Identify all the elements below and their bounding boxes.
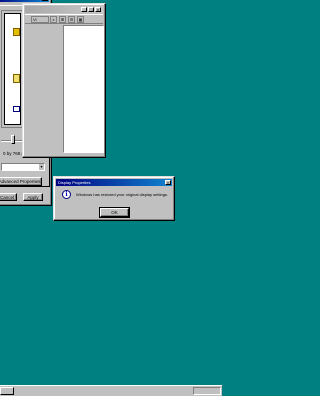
explorer-titlebar: _ □ x <box>25 6 103 13</box>
explorer-content[interactable] <box>63 25 104 153</box>
advanced-properties-button[interactable]: Advanced Properties <box>0 177 42 186</box>
monitor-screen <box>4 13 21 125</box>
font-size-dropdown[interactable]: ▾ <box>1 163 45 171</box>
view-list-icon[interactable]: ☰ <box>68 16 75 23</box>
monitor-preview <box>1 10 23 128</box>
close-icon[interactable]: x <box>165 180 171 185</box>
minimize-icon[interactable]: _ <box>81 7 87 12</box>
start-button[interactable] <box>0 387 14 395</box>
dialog-title: Display Properties <box>58 180 91 185</box>
view-large-icons-icon[interactable]: ⊞ <box>59 16 66 23</box>
maximize-icon[interactable]: □ <box>88 7 94 12</box>
close-icon[interactable]: x <box>95 7 101 12</box>
toolbar: Vi x ⊞ ☰ ▦ <box>25 14 103 24</box>
apply-button[interactable]: Apply <box>23 193 43 201</box>
dialog-message: Windows has restored your original displ… <box>76 192 169 197</box>
system-tray <box>193 387 221 395</box>
message-dialog: Display Properties x i Windows has resto… <box>53 176 175 221</box>
close-icon[interactable]: x <box>50 16 57 23</box>
info-icon: i <box>62 190 71 199</box>
view-details-icon[interactable]: ▦ <box>77 16 84 23</box>
explorer-window: _ □ x Vi x ⊞ ☰ ▦ <box>22 3 106 158</box>
close-icon[interactable]: x <box>42 0 48 1</box>
message-dialog-titlebar: Display Properties x <box>56 179 172 186</box>
desktop-icon <box>13 106 20 112</box>
chevron-down-icon[interactable]: ▾ <box>38 164 44 170</box>
cancel-button[interactable]: Cancel <box>0 193 17 201</box>
taskbar <box>0 385 222 396</box>
display-properties-titlebar: x <box>0 0 49 2</box>
view-menu-label: Vi <box>33 17 37 22</box>
ok-button[interactable]: OK <box>99 207 130 218</box>
desktop-icon <box>13 28 20 36</box>
view-menu[interactable]: Vi <box>31 16 49 23</box>
desktop-icon <box>13 74 20 83</box>
screen-area-slider-thumb[interactable] <box>11 135 15 144</box>
